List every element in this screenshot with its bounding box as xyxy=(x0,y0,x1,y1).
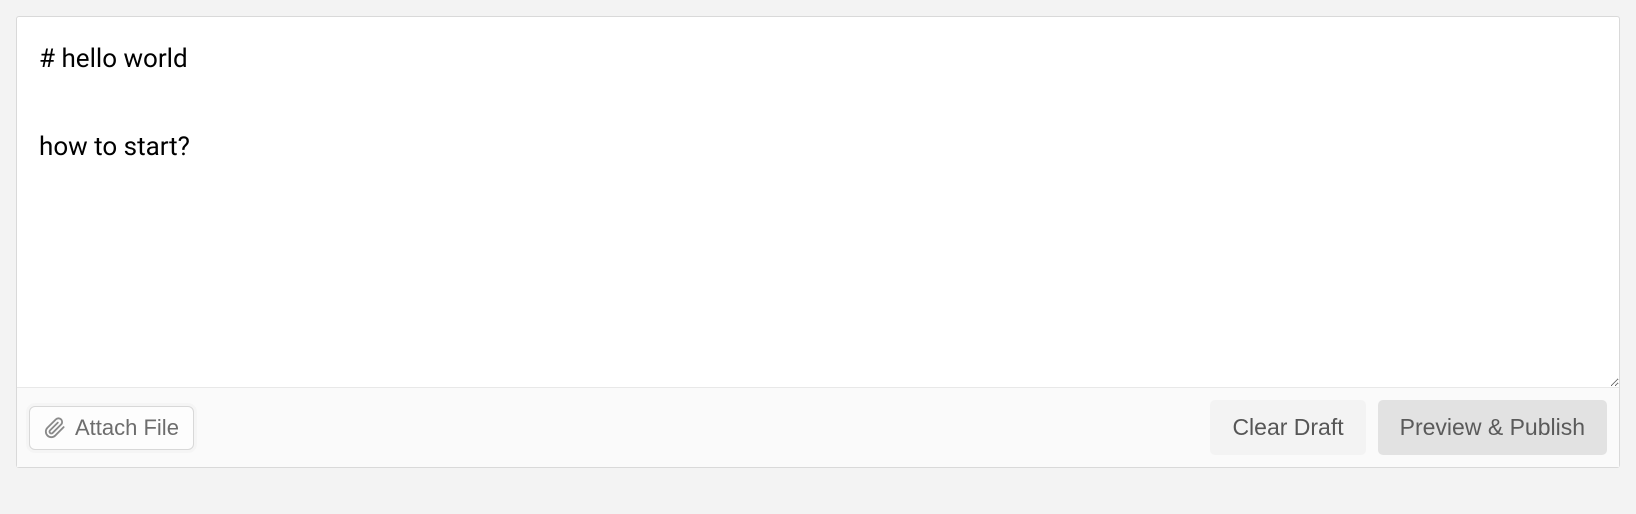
editor-toolbar: Attach File Clear Draft Preview & Publis… xyxy=(17,387,1619,467)
editor-textarea[interactable] xyxy=(17,17,1619,387)
attach-file-label: Attach File xyxy=(75,415,179,441)
paperclip-icon xyxy=(44,417,66,439)
toolbar-left: Attach File xyxy=(29,406,194,450)
preview-publish-button[interactable]: Preview & Publish xyxy=(1378,400,1607,455)
toolbar-right: Clear Draft Preview & Publish xyxy=(1210,400,1607,455)
preview-publish-label: Preview & Publish xyxy=(1400,414,1585,440)
clear-draft-label: Clear Draft xyxy=(1232,414,1343,440)
clear-draft-button[interactable]: Clear Draft xyxy=(1210,400,1365,455)
attach-file-button[interactable]: Attach File xyxy=(29,406,194,450)
editor-container: Attach File Clear Draft Preview & Publis… xyxy=(16,16,1620,468)
